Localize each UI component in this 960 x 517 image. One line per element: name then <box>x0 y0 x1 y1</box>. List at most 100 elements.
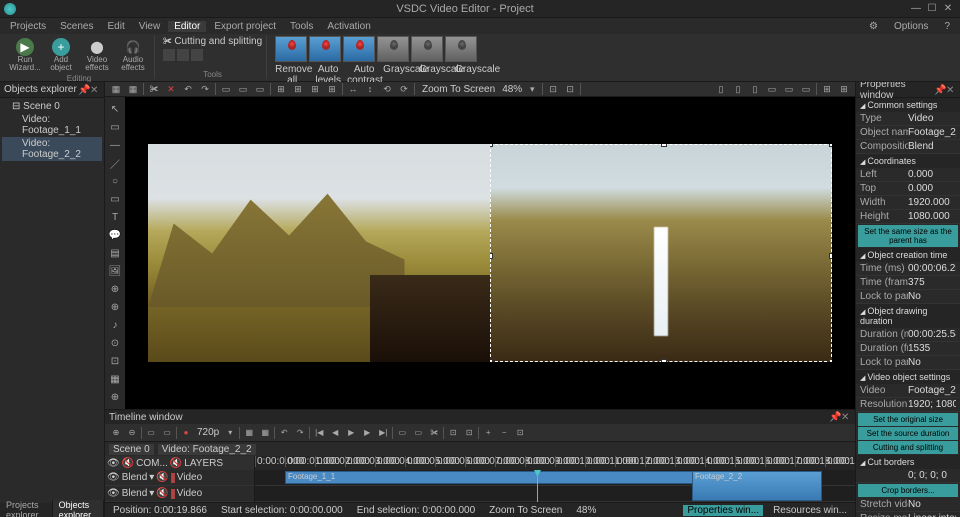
property-value[interactable]: 375 <box>908 277 956 288</box>
menu-item[interactable]: Projects <box>4 21 52 32</box>
redo-icon[interactable]: ↷ <box>198 82 212 96</box>
objects-explorer-tab[interactable]: Objects explorer <box>53 500 104 517</box>
tool-icon[interactable]: ● <box>179 426 193 440</box>
audio-effects-button[interactable]: 🎧Audio effects <box>116 36 150 74</box>
audio-icon[interactable]: ♪ <box>107 317 123 333</box>
video-effects-button[interactable]: ⬤Video effects <box>80 36 114 74</box>
eye-icon[interactable]: 👁 <box>107 472 120 483</box>
options-label[interactable]: Options <box>888 21 934 32</box>
property-value[interactable]: Footage_2_2 <box>908 127 956 138</box>
preview-image-right[interactable] <box>490 144 832 362</box>
tool-icon[interactable]: ▭ <box>144 426 158 440</box>
play-icon[interactable]: ▶ <box>344 426 358 440</box>
tool-icon[interactable]: ⊡ <box>107 353 123 369</box>
add-object-button[interactable]: +Add object <box>44 36 78 74</box>
menu-item[interactable]: Scenes <box>54 21 99 32</box>
timeline-clip[interactable]: Footage_1_1 <box>285 471 755 484</box>
align-icon[interactable]: ▯ <box>714 82 728 96</box>
align-icon[interactable]: ▯ <box>748 82 762 96</box>
resize-handle[interactable] <box>661 359 667 362</box>
rotate-icon[interactable]: ⟳ <box>397 82 411 96</box>
rect-icon[interactable]: ▭ <box>107 191 123 207</box>
close-panel-icon[interactable]: ✕ <box>946 85 956 95</box>
step-back-icon[interactable]: ◀ <box>328 426 342 440</box>
quick-style-thumb[interactable] <box>343 36 375 62</box>
tree-scene-node[interactable]: ⊟ Scene 0 <box>2 100 102 113</box>
cut-icon[interactable]: ✀ <box>427 426 441 440</box>
menu-item[interactable]: Tools <box>284 21 319 32</box>
property-section-header[interactable]: Video object settings <box>856 370 960 384</box>
tool-icon[interactable]: ▦ <box>107 371 123 387</box>
track-header[interactable]: 👁Blend▾🔇Video <box>105 486 254 502</box>
resize-handle[interactable] <box>829 359 832 362</box>
timeline-ruler[interactable]: 0:00:0.0000:00:01.0000:00:02.0000:00:03.… <box>255 456 855 470</box>
cursor-icon[interactable]: ↖ <box>107 101 123 117</box>
text-icon[interactable]: T <box>107 209 123 225</box>
playhead[interactable]: Footage_2_2 <box>537 470 538 502</box>
close-button[interactable]: ✕ <box>940 2 956 16</box>
property-action-button[interactable]: Set the source duration <box>858 427 958 440</box>
align-icon[interactable]: ▯ <box>731 82 745 96</box>
next-icon[interactable]: ▶| <box>376 426 390 440</box>
property-section-header[interactable]: Common settings <box>856 98 960 112</box>
chart-icon[interactable]: ▤ <box>107 245 123 261</box>
cut-icon[interactable]: ✀ <box>147 82 161 96</box>
eye-icon[interactable]: 👁 <box>107 458 120 469</box>
resize-handle[interactable] <box>829 253 832 259</box>
selection-outline[interactable] <box>490 144 832 362</box>
prev-icon[interactable]: |◀ <box>312 426 326 440</box>
zoom-in-icon[interactable]: + <box>481 426 495 440</box>
mute-icon[interactable]: 🔇 <box>170 458 182 469</box>
tool-icon[interactable]: ▭ <box>219 82 233 96</box>
quick-style-thumb[interactable] <box>309 36 341 62</box>
cutting-splitting-button[interactable]: ✀ Cutting and splitting <box>163 36 262 47</box>
close-panel-icon[interactable]: ✕ <box>841 412 851 422</box>
tool-icon[interactable]: ⊞ <box>274 82 288 96</box>
tool-icon[interactable]: ⊞ <box>837 82 851 96</box>
property-action-button[interactable]: Set the same size as the parent has <box>858 225 958 247</box>
tool-icon[interactable]: ⊖ <box>125 426 139 440</box>
tool-icon[interactable]: ⊞ <box>291 82 305 96</box>
mute-icon[interactable]: 🔇 <box>156 488 168 499</box>
mute-icon[interactable]: 🔇 <box>122 458 134 469</box>
tree-item[interactable]: Video: Footage_2_2 <box>2 137 102 161</box>
menu-item[interactable]: Activation <box>321 21 376 32</box>
options-gear-icon[interactable]: ⚙ <box>863 21 884 32</box>
quick-style-thumb[interactable] <box>377 36 409 62</box>
chevron-down-icon[interactable]: ▾ <box>525 82 539 96</box>
tool-icon[interactable]: ▦ <box>109 82 123 96</box>
property-value[interactable]: 0.000 <box>908 183 956 194</box>
quick-style-thumb[interactable] <box>411 36 443 62</box>
property-value[interactable]: 1920.000 <box>908 197 956 208</box>
zoom-fit-icon[interactable]: ⊡ <box>513 426 527 440</box>
tool-icon[interactable]: ▭ <box>160 426 174 440</box>
zoom-out-icon[interactable]: − <box>497 426 511 440</box>
property-value[interactable]: 00:00:06.250 <box>908 263 956 274</box>
ellipse-icon[interactable]: ○ <box>107 173 123 189</box>
property-value[interactable]: 0.000 <box>908 169 956 180</box>
delete-icon[interactable]: ✕ <box>164 82 178 96</box>
property-value[interactable]: 00:00:25.583 <box>908 329 956 340</box>
menu-item[interactable]: Export project <box>208 21 282 32</box>
tool-icon[interactable]: ⊡ <box>446 426 460 440</box>
tool-icon[interactable]: ▦ <box>242 426 256 440</box>
tool-icon[interactable]: ⊡ <box>462 426 476 440</box>
tool-icon[interactable]: ▭ <box>411 426 425 440</box>
breadcrumb-item[interactable]: Scene 0 <box>109 444 154 455</box>
run-wizard-button[interactable]: ▶Run Wizard... <box>8 36 42 74</box>
tool-icon[interactable]: ⊞ <box>308 82 322 96</box>
tool-icon[interactable]: ↕ <box>363 82 377 96</box>
property-action-button[interactable]: Crop borders... <box>858 484 958 497</box>
tooltip-icon[interactable]: 💬 <box>107 227 123 243</box>
chevron-down-icon[interactable]: ▾ <box>223 426 237 440</box>
tool-icon[interactable]: ▦ <box>126 82 140 96</box>
tool-icon[interactable]: ↔ <box>346 82 360 96</box>
rotate-icon[interactable]: ⟲ <box>380 82 394 96</box>
tool-icon[interactable]: ▭ <box>236 82 250 96</box>
timeline-tracks[interactable]: Footage_2_2 Footage_1_1 <box>255 470 855 502</box>
projects-explorer-tab[interactable]: Projects explorer <box>0 500 53 517</box>
property-value[interactable]: No <box>908 357 956 368</box>
zoom-label[interactable]: Zoom To Screen <box>418 84 499 95</box>
undo-icon[interactable]: ↶ <box>181 82 195 96</box>
property-action-button[interactable]: Set the original size <box>858 413 958 426</box>
